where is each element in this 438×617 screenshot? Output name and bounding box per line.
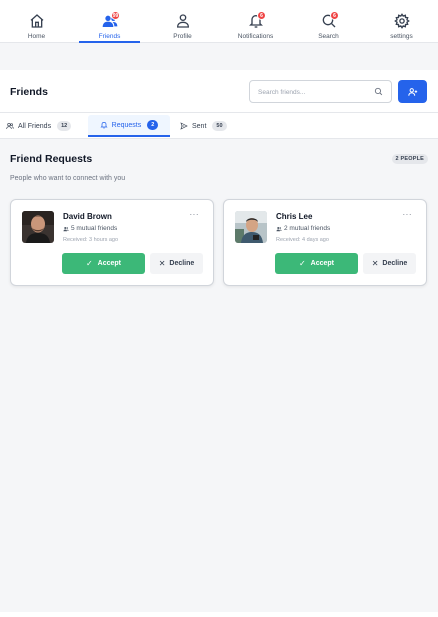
nav-item-notifications[interactable]: 6 Notifications xyxy=(219,0,292,42)
tab-label: Sent xyxy=(192,122,207,130)
section-title: Friend Requests xyxy=(10,153,93,165)
requester-name[interactable]: David Brown xyxy=(63,212,112,221)
notifications-badge: 6 xyxy=(257,11,266,20)
search-input[interactable] xyxy=(250,82,370,103)
decline-button[interactable]: ✕ Decline xyxy=(363,253,416,274)
profile-icon xyxy=(176,14,189,28)
tab-count: 2 xyxy=(147,120,159,130)
avatar-photo xyxy=(22,211,54,243)
friends-badge: 99 xyxy=(110,11,121,20)
decline-button[interactable]: ✕ Decline xyxy=(150,253,203,274)
avatar[interactable] xyxy=(22,211,54,243)
nav-item-search[interactable]: 6 Search xyxy=(292,0,365,42)
page-title: Friends xyxy=(10,86,48,98)
accept-label: Accept xyxy=(97,260,122,267)
nav-label-friends: Friends xyxy=(98,33,121,40)
nav-item-home[interactable]: Home xyxy=(0,0,73,42)
nav-item-settings[interactable]: settings xyxy=(365,0,438,42)
tab-sent[interactable]: Sent 50 xyxy=(174,115,233,137)
nav-label-home: Home xyxy=(27,33,46,40)
tab-all-friends[interactable]: All Friends 12 xyxy=(0,115,77,137)
users-icon xyxy=(276,226,282,231)
tab-label: Requests xyxy=(111,121,142,129)
close-icon: ✕ xyxy=(371,259,379,268)
search-box xyxy=(249,80,392,103)
tab-label: All Friends xyxy=(18,122,52,130)
section-subtitle: People who want to connect with you xyxy=(10,175,126,182)
bell-icon xyxy=(100,121,108,129)
mutual-friends: 2 mutual friends xyxy=(276,225,330,232)
decline-label: Decline xyxy=(169,260,195,267)
nav-label-profile: Profile xyxy=(173,33,192,40)
send-icon xyxy=(180,122,188,130)
tab-requests[interactable]: Requests 2 xyxy=(88,115,170,137)
users-icon xyxy=(6,123,14,130)
nav-label-settings: settings xyxy=(390,33,413,40)
requester-name[interactable]: Chris Lee xyxy=(276,212,312,221)
top-navigation: Home 99 Friends Profile 6 Notifications … xyxy=(0,0,438,43)
nav-item-profile[interactable]: Profile xyxy=(146,0,219,42)
page-header: Friends xyxy=(0,70,438,113)
accept-label: Accept xyxy=(310,260,335,267)
mutual-count: 2 mutual friends xyxy=(284,225,331,232)
check-icon: ✓ xyxy=(298,259,306,268)
search-icon[interactable] xyxy=(374,87,383,96)
nav-label-notifications: Notifications xyxy=(237,33,274,40)
avatar-photo xyxy=(235,211,267,243)
add-friend-button[interactable] xyxy=(398,80,427,103)
friend-request-card: Chris Lee 2 mutual friends Received: 4 d… xyxy=(223,199,427,286)
accept-button[interactable]: ✓ Accept xyxy=(62,253,145,274)
tab-count: 12 xyxy=(57,121,72,131)
accept-button[interactable]: ✓ Accept xyxy=(275,253,358,274)
tab-count: 50 xyxy=(212,121,227,131)
received-time: Received: 4 days ago xyxy=(276,237,329,243)
people-count-badge: 2 PEOPLE xyxy=(391,154,428,164)
add-user-icon xyxy=(407,87,417,96)
nav-item-friends[interactable]: 99 Friends xyxy=(73,0,146,43)
check-icon: ✓ xyxy=(85,259,93,268)
mutual-friends: 5 mutual friends xyxy=(63,225,117,232)
mutual-count: 5 mutual friends xyxy=(71,225,118,232)
gear-icon xyxy=(393,13,410,29)
avatar[interactable] xyxy=(235,211,267,243)
friend-request-card: David Brown 5 mutual friends Received: 3… xyxy=(10,199,214,286)
more-options-button[interactable]: ··· xyxy=(190,210,200,219)
home-icon xyxy=(30,14,43,28)
users-icon xyxy=(63,226,69,231)
received-time: Received: 3 hours ago xyxy=(63,237,119,243)
search-badge: 6 xyxy=(330,11,339,20)
close-icon: ✕ xyxy=(158,259,166,268)
more-options-button[interactable]: ··· xyxy=(403,210,413,219)
bottom-bar xyxy=(0,612,438,617)
friends-tabs: All Friends 12 Requests 2 Sent 50 xyxy=(0,113,438,139)
decline-label: Decline xyxy=(382,260,408,267)
nav-label-search: Search xyxy=(318,33,339,40)
